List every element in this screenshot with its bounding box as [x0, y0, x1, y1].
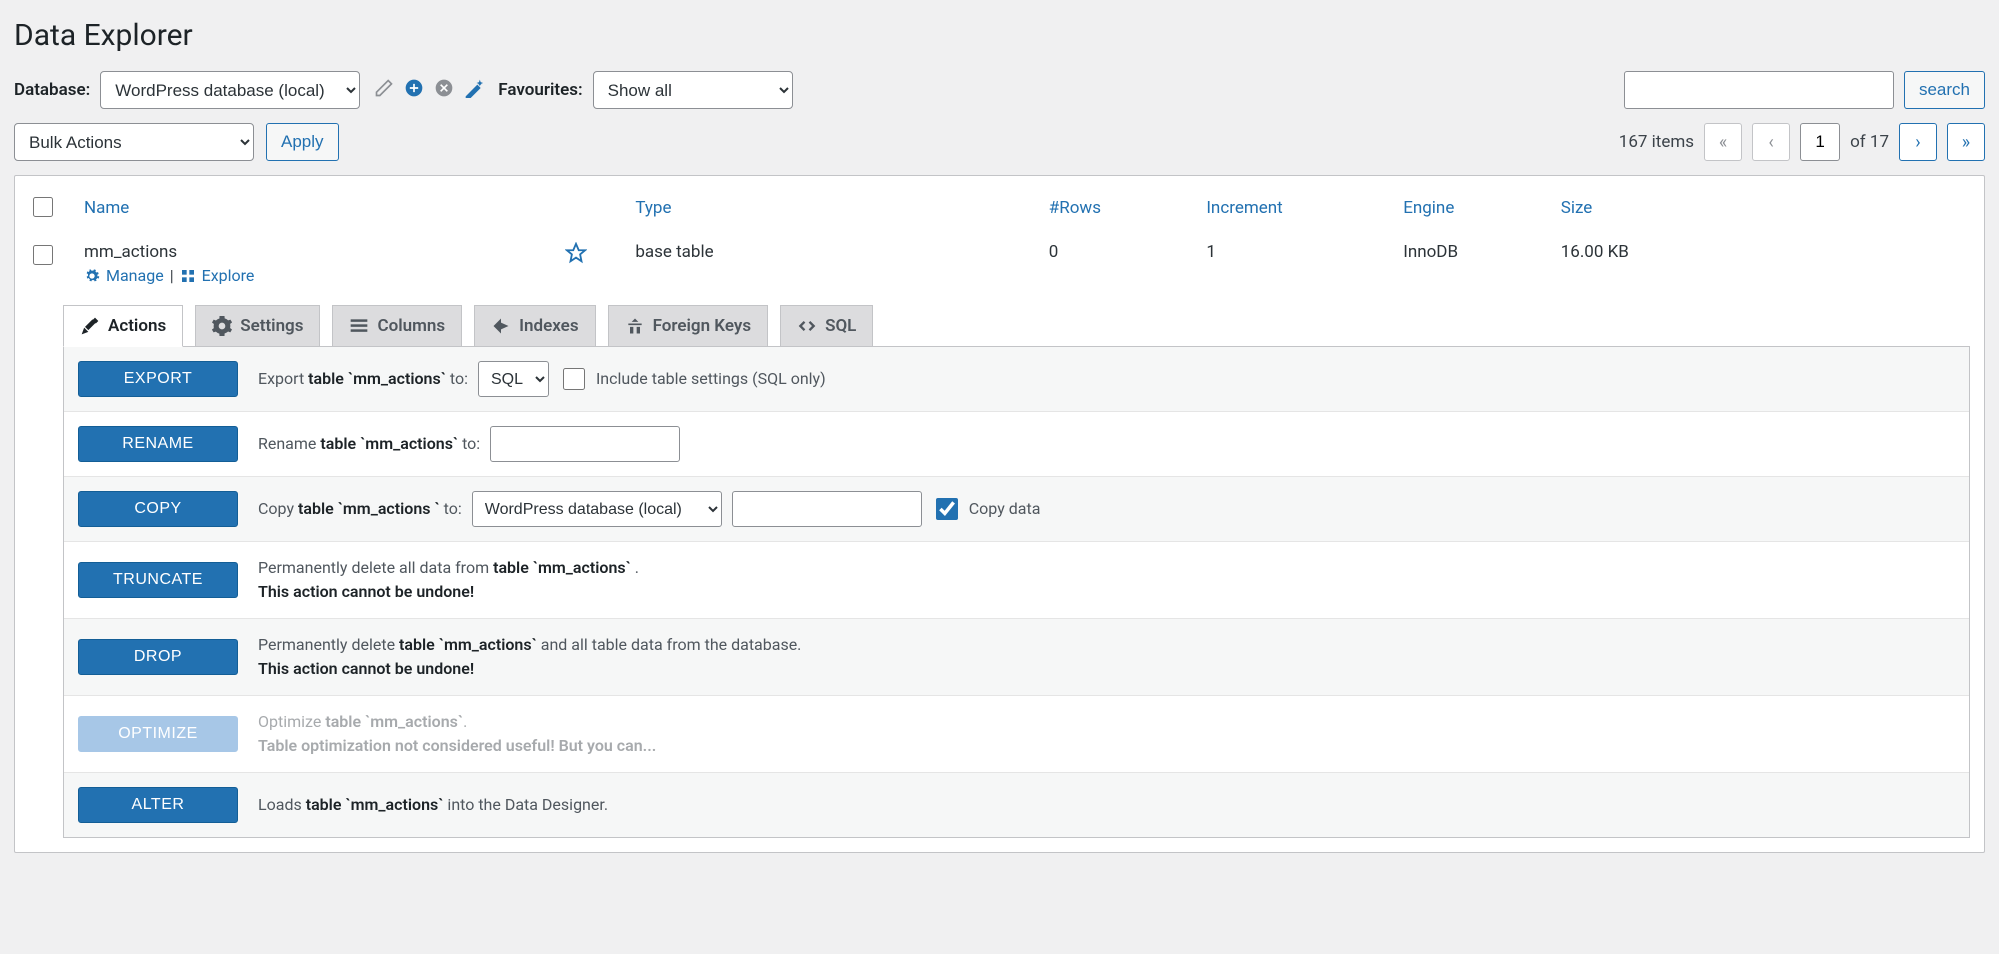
export-object: table `mm_actions` [308, 369, 446, 388]
tab-actions[interactable]: Actions [63, 305, 183, 347]
row-size: 16.00 KB [1547, 232, 1984, 295]
optimize-button[interactable]: OPTIMIZE [78, 716, 238, 752]
col-increment[interactable]: Increment [1206, 198, 1282, 218]
row-checkbox[interactable] [33, 245, 53, 265]
tab-sql-label: SQL [825, 316, 856, 336]
edit-icon[interactable] [374, 78, 394, 103]
last-page-button[interactable]: » [1947, 123, 1985, 161]
rename-prefix: Rename [258, 434, 320, 453]
first-page-button: « [1704, 123, 1742, 161]
add-icon[interactable] [404, 78, 424, 103]
export-suffix: to: [446, 369, 468, 388]
optimize-line2: Table optimization not considered useful… [258, 736, 656, 755]
truncate-line1-suffix: . [631, 558, 639, 577]
copy-name-input[interactable] [732, 491, 922, 527]
rename-suffix: to: [458, 434, 480, 453]
bulk-actions-select[interactable]: Bulk Actions [14, 123, 254, 161]
include-settings-label: Include table settings (SQL only) [596, 367, 826, 391]
search-input[interactable] [1624, 71, 1894, 109]
tab-columns[interactable]: Columns [332, 305, 462, 347]
optimize-line1-suffix: . [463, 712, 467, 731]
drop-line1-suffix: and all table data from the database. [537, 635, 802, 654]
prev-page-button: ‹ [1752, 123, 1790, 161]
drop-button[interactable]: DROP [78, 639, 238, 675]
alter-button[interactable]: ALTER [78, 787, 238, 823]
truncate-line1-object: table `mm_actions` [493, 558, 631, 577]
delete-icon[interactable] [434, 78, 454, 103]
explore-link[interactable]: Explore [202, 266, 255, 285]
col-name[interactable]: Name [84, 198, 129, 218]
next-page-button[interactable]: › [1899, 123, 1937, 161]
tab-actions-label: Actions [108, 316, 166, 336]
tab-columns-label: Columns [377, 316, 445, 336]
row-increment: 1 [1192, 232, 1389, 295]
col-engine[interactable]: Engine [1403, 198, 1454, 218]
tab-indexes-label: Indexes [519, 316, 578, 336]
favourites-label: Favourites: [498, 80, 582, 100]
optimize-line1-object: table `mm_actions` [325, 712, 463, 731]
database-select[interactable]: WordPress database (local) [100, 71, 360, 109]
export-format-select[interactable]: SQL [478, 361, 549, 397]
tab-settings[interactable]: Settings [195, 305, 320, 347]
copy-prefix: Copy [258, 499, 298, 518]
col-size[interactable]: Size [1561, 198, 1593, 218]
export-button[interactable]: EXPORT [78, 361, 238, 397]
tab-foreign-keys[interactable]: Foreign Keys [608, 305, 769, 347]
copy-suffix: to: [440, 499, 462, 518]
wizard-icon[interactable] [464, 78, 484, 103]
copy-object: table `mm_actions ` [298, 499, 440, 518]
tab-foreign-keys-label: Foreign Keys [653, 316, 752, 336]
truncate-line2: This action cannot be undone! [258, 582, 474, 601]
row-engine: InnoDB [1389, 232, 1547, 295]
table-row: mm_actions Manage | Explore [15, 232, 1984, 295]
page-number-input[interactable] [1800, 123, 1840, 161]
select-all-checkbox[interactable] [33, 197, 53, 217]
tab-settings-label: Settings [240, 316, 303, 336]
row-name: mm_actions [84, 242, 177, 262]
search-button[interactable]: search [1904, 71, 1985, 109]
rename-object: table `mm_actions` [320, 434, 458, 453]
gears-icon [84, 268, 100, 284]
apply-button[interactable]: Apply [266, 123, 339, 161]
page-title: Data Explorer [14, 18, 1985, 53]
grid-icon [180, 268, 196, 284]
copy-target-db-select[interactable]: WordPress database (local) [472, 491, 722, 527]
rename-button[interactable]: RENAME [78, 426, 238, 462]
drop-line2: This action cannot be undone! [258, 659, 474, 678]
drop-line1-prefix: Permanently delete [258, 635, 399, 654]
manage-link[interactable]: Manage [106, 266, 164, 285]
col-type[interactable]: Type [635, 198, 671, 218]
star-icon[interactable] [565, 242, 587, 269]
alter-prefix: Loads [258, 795, 306, 814]
export-prefix: Export [258, 369, 308, 388]
table-header: Name Type #Rows Increment Engine Size [15, 184, 1984, 232]
items-count: 167 items [1619, 132, 1694, 152]
copy-data-label: Copy data [969, 497, 1041, 521]
optimize-line1-prefix: Optimize [258, 712, 325, 731]
favourites-select[interactable]: Show all [593, 71, 793, 109]
page-of-label: of 17 [1850, 132, 1889, 152]
row-rows: 0 [1035, 232, 1193, 295]
row-type: base table [621, 232, 1034, 295]
rename-input[interactable] [490, 426, 680, 462]
alter-suffix: into the Data Designer. [443, 795, 608, 814]
drop-line1-object: table `mm_actions` [399, 635, 537, 654]
truncate-button[interactable]: TRUNCATE [78, 562, 238, 598]
database-label: Database: [14, 80, 90, 100]
tab-sql[interactable]: SQL [780, 305, 873, 347]
include-settings-checkbox[interactable] [563, 368, 585, 390]
tab-indexes[interactable]: Indexes [474, 305, 595, 347]
col-rows[interactable]: #Rows [1049, 198, 1101, 218]
copy-button[interactable]: COPY [78, 491, 238, 527]
alter-object: table `mm_actions` [306, 795, 444, 814]
truncate-line1-prefix: Permanently delete all data from [258, 558, 493, 577]
copy-data-checkbox[interactable] [936, 498, 958, 520]
